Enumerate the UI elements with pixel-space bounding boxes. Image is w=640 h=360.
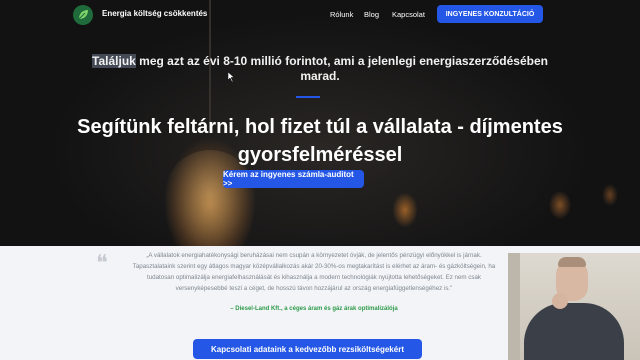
webcam-overlay [508, 253, 640, 360]
testimonial-author: – Diesel-Land Kft., a céges áram és gáz … [230, 306, 398, 312]
nav-link-blog[interactable]: Blog [364, 10, 379, 19]
hero-subtitle-text: meg azt az évi 8-10 millió forintot, ami… [135, 54, 548, 83]
webcam-background-frame [508, 253, 520, 360]
accent-divider [296, 96, 320, 98]
presenter-body [524, 303, 624, 360]
quote-icon: ❝ [96, 251, 108, 276]
nav-link-about[interactable]: Rólunk [330, 10, 353, 19]
invoice-audit-button[interactable]: Kérem az ingyenes számla-auditot >> [223, 170, 364, 188]
testimonial-quote: „A vállalatok energiahatékonysági beruhá… [132, 252, 496, 292]
leaf-icon[interactable] [73, 5, 93, 25]
hero-subtitle: Találjuk meg azt az évi 8-10 millió fori… [80, 54, 560, 84]
selected-text-highlight: Találjuk [92, 54, 136, 68]
leaf-icon-graphic [78, 10, 88, 20]
hero-section: Energia költség csökkentés Rólunk Blog K… [0, 0, 640, 246]
presenter-hair [558, 257, 586, 267]
top-navigation: Energia költség csökkentés Rólunk Blog K… [0, 0, 640, 30]
free-consultation-button[interactable]: INGYENES KONZULTÁCIÓ [437, 5, 543, 23]
nav-link-contact[interactable]: Kapcsolat [392, 10, 425, 19]
presenter-hand [552, 293, 568, 309]
contact-details-button[interactable]: Kapcsolati adataink a kedvezőbb rezsiköl… [193, 339, 422, 359]
mouse-cursor-icon [228, 72, 235, 82]
logo-text[interactable]: Energia költség csökkentés [102, 9, 207, 18]
hero-title: Segítünk feltárni, hol fizet túl a válla… [77, 116, 563, 166]
